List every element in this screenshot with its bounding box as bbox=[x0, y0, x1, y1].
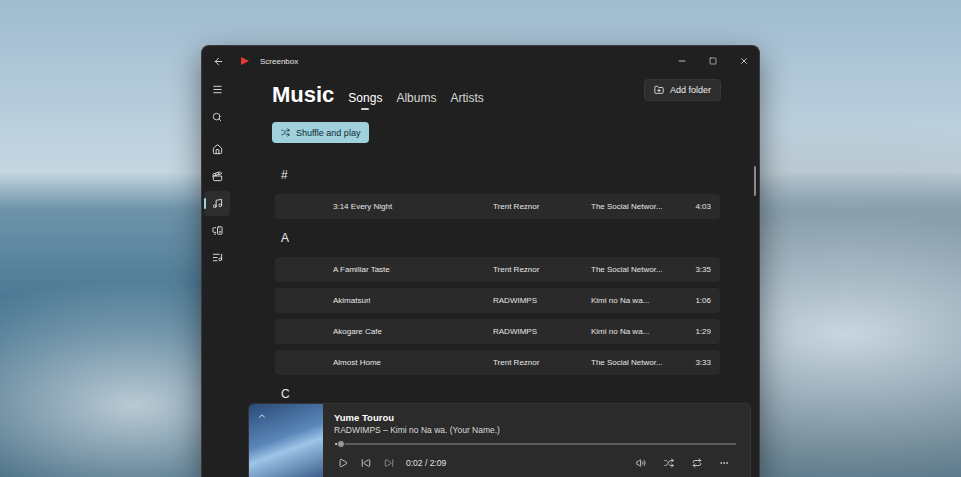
song-duration: 4:03 bbox=[681, 202, 711, 211]
song-artist: RADWIMPS bbox=[493, 296, 591, 305]
nav-icon bbox=[212, 252, 223, 263]
song-artist: Trent Reznor bbox=[493, 358, 591, 367]
window-title: Screenbox bbox=[260, 57, 298, 66]
nav-item[interactable] bbox=[204, 164, 230, 189]
nav-item[interactable] bbox=[204, 137, 230, 162]
song-album: The Social Networ... bbox=[591, 358, 681, 367]
song-album: Kimi no Na wa... bbox=[591, 327, 681, 336]
song-album: Kimi no Na wa... bbox=[591, 296, 681, 305]
hamburger-icon bbox=[212, 84, 223, 95]
song-title: Akogare Cafe bbox=[333, 327, 493, 336]
song-row[interactable]: Almost HomeTrent ReznorThe Social Networ… bbox=[275, 350, 720, 375]
group-header[interactable]: A bbox=[272, 219, 721, 257]
minimize-button[interactable] bbox=[666, 46, 697, 76]
app-window: Screenbox Music Songs Albums Artists Add fold… bbox=[201, 45, 760, 477]
back-button[interactable] bbox=[210, 51, 226, 71]
nav-rail bbox=[202, 76, 232, 477]
maximize-button[interactable] bbox=[697, 46, 728, 76]
song-title: A Familiar Taste bbox=[333, 265, 493, 274]
now-playing-title: Yume Tourou bbox=[334, 412, 736, 424]
volume-button[interactable] bbox=[628, 456, 654, 470]
title-bar: Screenbox bbox=[202, 46, 759, 76]
seek-slider[interactable] bbox=[335, 443, 736, 445]
tab-underline bbox=[361, 108, 369, 110]
nav-icon bbox=[212, 225, 223, 236]
song-duration: 3:33 bbox=[681, 358, 711, 367]
time-display: 0:02 / 2:09 bbox=[406, 458, 446, 468]
search-icon bbox=[212, 112, 222, 122]
volume-icon bbox=[636, 458, 646, 468]
skip-back-icon bbox=[361, 458, 371, 468]
nav-item[interactable] bbox=[204, 218, 230, 243]
song-row[interactable]: A Familiar TasteTrent ReznorThe Social N… bbox=[275, 257, 720, 282]
chevron-up-icon bbox=[257, 411, 267, 421]
add-folder-button[interactable]: Add folder bbox=[644, 79, 721, 101]
play-icon bbox=[338, 458, 348, 468]
nav-icon bbox=[212, 198, 223, 209]
album-art bbox=[249, 404, 323, 477]
close-icon bbox=[739, 56, 749, 66]
song-row[interactable]: 3:14 Every NightTrent ReznorThe Social N… bbox=[275, 194, 720, 219]
song-title: Almost Home bbox=[333, 358, 493, 367]
seek-thumb[interactable] bbox=[337, 440, 345, 448]
play-button[interactable] bbox=[334, 456, 352, 470]
shuffle-icon bbox=[281, 128, 290, 137]
song-title: 3:14 Every Night bbox=[333, 202, 493, 211]
nav-icon bbox=[212, 144, 223, 155]
song-artist: RADWIMPS bbox=[493, 327, 591, 336]
more-icon bbox=[719, 458, 729, 468]
nav-item[interactable] bbox=[204, 191, 230, 216]
nav-item[interactable] bbox=[204, 245, 230, 270]
group-header[interactable]: # bbox=[272, 156, 721, 194]
nav-icon bbox=[212, 171, 223, 182]
song-row[interactable]: Akogare CafeRADWIMPSKimi no Na wa...1:29 bbox=[275, 319, 720, 344]
song-album: The Social Networ... bbox=[591, 265, 681, 274]
search-button[interactable] bbox=[204, 104, 230, 129]
song-album: The Social Networ... bbox=[591, 202, 681, 211]
song-duration: 1:06 bbox=[681, 296, 711, 305]
player-bar: Yume TourouRADWIMPS – Kimi no Na wa. (Yo… bbox=[248, 403, 751, 477]
group-header[interactable]: C bbox=[272, 375, 721, 403]
selected-indicator bbox=[204, 198, 206, 209]
close-button[interactable] bbox=[728, 46, 759, 76]
now-playing-subtitle: RADWIMPS – Kimi no Na wa. (Your Name.) bbox=[334, 424, 736, 436]
maximize-icon bbox=[709, 57, 717, 65]
songs-page: Music Songs Albums Artists Add folder Shuffle… bbox=[232, 76, 759, 403]
tab[interactable]: Artists bbox=[450, 91, 483, 109]
song-title: Akimatsuri bbox=[333, 296, 493, 305]
song-row[interactable]: AkimatsuriRADWIMPSKimi no Na wa...1:06 bbox=[275, 288, 720, 313]
repeat-icon bbox=[692, 458, 702, 468]
more-button[interactable] bbox=[712, 456, 736, 470]
song-duration: 1:29 bbox=[681, 327, 711, 336]
scrollbar-thumb[interactable] bbox=[754, 166, 756, 196]
song-artist: Trent Reznor bbox=[493, 202, 591, 211]
tab[interactable]: Songs bbox=[348, 91, 382, 109]
song-duration: 3:35 bbox=[681, 265, 711, 274]
shuffle-button[interactable] bbox=[656, 456, 682, 470]
window-controls bbox=[666, 46, 759, 76]
app-logo-icon bbox=[240, 56, 250, 66]
desktop: Screenbox Music Songs Albums Artists Add fold… bbox=[0, 0, 961, 477]
song-artist: Trent Reznor bbox=[493, 265, 591, 274]
minimize-icon bbox=[677, 56, 687, 66]
song-list: A Familiar TasteTrent ReznorThe Social N… bbox=[275, 257, 721, 375]
previous-button[interactable] bbox=[354, 456, 378, 470]
menu-button[interactable] bbox=[204, 77, 230, 102]
repeat-button[interactable] bbox=[684, 456, 710, 470]
arrow-left-icon bbox=[213, 56, 224, 67]
song-list: 3:14 Every NightTrent ReznorThe Social N… bbox=[275, 194, 721, 219]
expand-button[interactable] bbox=[257, 411, 267, 421]
shuffle-play-button[interactable]: Shuffle and play bbox=[272, 122, 369, 143]
tab[interactable]: Albums bbox=[396, 91, 436, 109]
folder-plus-icon bbox=[654, 85, 664, 95]
page-title: Music bbox=[272, 80, 334, 110]
next-button[interactable] bbox=[380, 456, 398, 470]
skip-forward-icon bbox=[384, 458, 394, 468]
shuffle-icon bbox=[664, 458, 674, 468]
